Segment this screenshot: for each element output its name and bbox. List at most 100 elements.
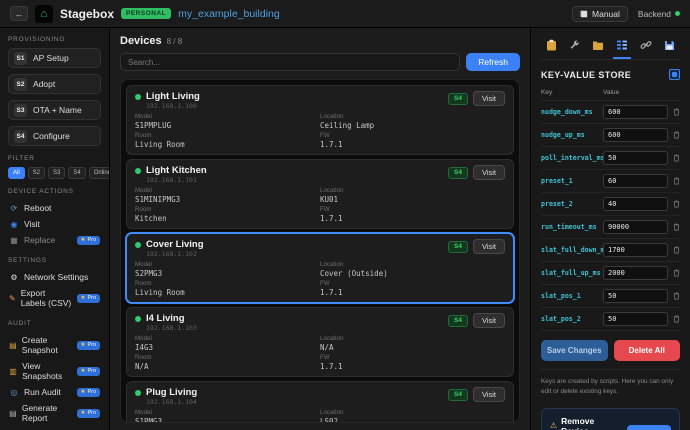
trash-icon[interactable]: [668, 200, 680, 208]
magnifier-icon: ◎: [10, 387, 18, 397]
trash-icon[interactable]: [668, 269, 680, 277]
device-model: S1PMPLUG: [135, 121, 172, 130]
back-button[interactable]: ←: [10, 6, 28, 21]
pro-badge: ★ Pro: [76, 293, 100, 303]
gear-icon: ⚙: [10, 272, 18, 282]
trash-icon[interactable]: [668, 315, 680, 323]
visit-button[interactable]: Visit: [472, 387, 505, 402]
sidebar-item-ap-setup[interactable]: S1 AP Setup: [8, 48, 101, 68]
building-name-link[interactable]: my_example_building: [178, 8, 280, 20]
kv-row: run_timeout_ms: [541, 216, 680, 239]
filter-chip-s2[interactable]: S2: [27, 167, 46, 179]
remove-device-title: Remove Device: [561, 415, 595, 430]
tab-links[interactable]: [637, 36, 655, 59]
kv-row: slat_pos_1: [541, 285, 680, 308]
kv-value-input[interactable]: [603, 220, 668, 234]
device-ip: 192.168.1.104: [146, 398, 197, 406]
kv-value-input[interactable]: [603, 312, 668, 326]
kv-value-input[interactable]: [603, 266, 668, 280]
visit-button[interactable]: Visit: [472, 91, 505, 106]
trash-icon[interactable]: [668, 154, 680, 162]
document-icon: ▤: [9, 408, 17, 418]
search-input[interactable]: [120, 53, 461, 71]
device-list[interactable]: Light Living 192.168.1.100 S4 Visit Mode…: [120, 79, 520, 423]
filter-chip-s3[interactable]: S3: [48, 167, 66, 179]
tab-files[interactable]: [589, 36, 607, 59]
visit-button[interactable]: Visit: [472, 239, 505, 254]
tab-key-value-store[interactable]: [613, 36, 631, 59]
sidebar-item-replace[interactable]: ▦ Replace ★ Pro: [8, 232, 101, 248]
remove-button[interactable]: Remove: [627, 425, 671, 430]
tab-clipboard[interactable]: [543, 36, 560, 59]
device-card-light-kitchen[interactable]: Light Kitchen 192.168.1.101 S4 Visit Mod…: [126, 159, 514, 229]
devices-panel: Devices 8 / 8 Refresh Light Living 192.1…: [110, 28, 530, 430]
device-location: N/A: [320, 343, 334, 352]
kv-value-input[interactable]: [603, 243, 668, 257]
kv-note: Keys are created by scripts. Here you ca…: [541, 369, 680, 397]
refresh-button[interactable]: Refresh: [466, 53, 520, 71]
filter-chip-all[interactable]: All: [8, 167, 25, 179]
device-card-plug-living[interactable]: Plug Living 192.168.1.104 S4 Visit Model…: [126, 381, 514, 422]
sidebar-item-adopt[interactable]: S2 Adopt: [8, 74, 101, 94]
sidebar-item-configure[interactable]: S4 Configure: [8, 126, 101, 146]
kv-value-input[interactable]: [603, 105, 668, 119]
sidebar-item-reboot[interactable]: ⟳ Reboot: [8, 200, 101, 216]
stage-badge: S4: [448, 314, 468, 327]
sidebar-item-export-labels[interactable]: ✎ Export Labels (CSV) ★ Pro: [8, 285, 101, 311]
trash-icon[interactable]: [668, 131, 680, 139]
kv-value-input[interactable]: [603, 197, 668, 211]
kv-value-input[interactable]: [603, 289, 668, 303]
delete-all-button[interactable]: Delete All: [613, 340, 680, 361]
trash-icon[interactable]: [668, 246, 680, 254]
kv-table: Key Value nudge_down_ms nudge_up_ms poll…: [541, 87, 680, 331]
filter-chip-online[interactable]: Online: [88, 167, 109, 179]
online-status-dot: [135, 167, 141, 174]
filter-chip-s4[interactable]: S4: [68, 167, 86, 179]
save-changes-button[interactable]: Save Changes: [541, 340, 608, 361]
step-badge: S2: [14, 77, 27, 91]
provisioning-section-label: PROVISIONING: [8, 36, 66, 43]
trash-icon[interactable]: [668, 292, 680, 300]
folder-icon: ▤: [9, 340, 17, 350]
device-card-cover-living[interactable]: Cover Living 192.168.1.102 S4 Visit Mode…: [126, 233, 514, 303]
device-ip: 192.168.1.103: [146, 324, 197, 332]
pencil-icon: ✎: [9, 293, 16, 303]
key-value-icon: [617, 40, 627, 50]
star-icon: ★: [80, 237, 86, 243]
tab-tools[interactable]: [566, 36, 583, 59]
sidebar-item-ota-name[interactable]: S3 OTA + Name: [8, 100, 101, 120]
app-logo: ⌂: [35, 4, 53, 23]
tab-save[interactable]: [661, 37, 678, 59]
sidebar: PROVISIONING S1 AP Setup S2 Adopt S3 OTA…: [0, 28, 110, 430]
device-card-i4-living[interactable]: I4 Living 192.168.1.103 S4 Visit Model I4…: [126, 307, 514, 377]
sidebar-item-network-settings[interactable]: ⚙ Network Settings: [8, 269, 101, 285]
kv-key: preset_2: [541, 200, 573, 208]
device-room: Living Room: [135, 140, 185, 149]
filter-chips: All S2 S3 S4 Online Offline: [8, 167, 109, 179]
trash-icon[interactable]: [668, 108, 680, 116]
trash-icon[interactable]: [668, 223, 680, 231]
visit-button[interactable]: Visit: [472, 313, 505, 328]
manual-label: Manual: [592, 8, 620, 19]
top-bar: ← ⌂ Stagebox PERSONAL my_example_buildin…: [0, 0, 690, 28]
sidebar-item-generate-report[interactable]: ▤ Generate Report ★ Pro: [8, 400, 101, 426]
sidebar-item-view-snapshots[interactable]: ▥ View Snapshots ★ Pro: [8, 358, 101, 384]
device-location: Cover (Outside): [320, 269, 388, 278]
kv-value-input[interactable]: [603, 128, 668, 142]
visit-button[interactable]: Visit: [472, 165, 505, 180]
device-card-light-living[interactable]: Light Living 192.168.1.100 S4 Visit Mode…: [126, 85, 514, 155]
step-badge: S1: [14, 51, 27, 65]
stage-badge: S4: [448, 92, 468, 105]
sidebar-item-visit[interactable]: ◉ Visit: [8, 216, 101, 232]
trash-icon[interactable]: [668, 177, 680, 185]
kv-key: nudge_down_ms: [541, 108, 593, 116]
kv-row: slat_pos_2: [541, 308, 680, 331]
manual-button[interactable]: Manual: [572, 5, 628, 22]
sidebar-item-create-snapshot[interactable]: ▤ Create Snapshot ★ Pro: [8, 332, 101, 358]
kv-value-input[interactable]: [603, 151, 668, 165]
pro-badge: ★ Pro: [76, 387, 100, 397]
kv-toggle-icon[interactable]: [669, 69, 680, 80]
kv-row: nudge_down_ms: [541, 101, 680, 124]
sidebar-item-run-audit[interactable]: ◎ Run Audit ★ Pro: [8, 384, 101, 400]
kv-value-input[interactable]: [603, 174, 668, 188]
